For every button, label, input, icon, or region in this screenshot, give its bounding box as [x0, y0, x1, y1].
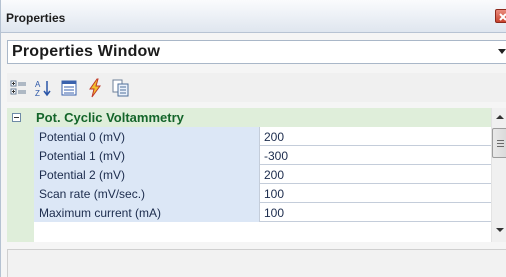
alphabetical-sort-icon: A Z [35, 80, 51, 98]
close-button[interactable] [495, 9, 506, 23]
property-grid: Pot. Cyclic Voltammetry Potential 0 (mV)… [7, 108, 491, 242]
toolbar: A Z [7, 73, 506, 102]
property-name: Potential 0 (mV) [34, 127, 260, 146]
property-value[interactable]: 200 [264, 130, 284, 144]
property-value[interactable]: -300 [264, 149, 288, 163]
property-value[interactable]: 200 [264, 168, 284, 182]
grip-line [497, 143, 504, 144]
svg-text:Z: Z [35, 89, 40, 98]
property-value[interactable]: 100 [264, 187, 284, 201]
description-pane [7, 249, 506, 277]
selected-object: Properties Window [12, 43, 161, 60]
category-label: Pot. Cyclic Voltammetry [36, 110, 184, 125]
categorized-button[interactable] [9, 78, 29, 98]
object-selector-dropdown[interactable]: Properties Window [7, 40, 506, 64]
events-button[interactable] [85, 78, 105, 98]
chevron-down-icon [498, 49, 506, 54]
property-row[interactable]: Potential 2 (mV) 200 [34, 165, 491, 184]
properties-panel: Properties Properties Window A Z Pot. Cy… [0, 0, 506, 277]
grip-line [497, 140, 504, 141]
scroll-up-icon[interactable] [496, 115, 504, 119]
title-bar: Properties [1, 0, 506, 33]
property-row[interactable]: Potential 1 (mV) -300 [34, 146, 491, 165]
property-name: Potential 1 (mV) [34, 146, 260, 165]
property-row[interactable]: Scan rate (mV/sec.) 100 [34, 184, 491, 203]
property-row[interactable]: Maximum current (mA) 100 [34, 203, 491, 222]
property-name: Scan rate (mV/sec.) [34, 184, 260, 203]
window-title: Properties [6, 11, 66, 25]
properties-page-icon [61, 80, 77, 96]
events-lightning-icon [89, 78, 101, 98]
scroll-down-icon[interactable] [496, 228, 504, 232]
property-pages-button[interactable] [111, 78, 131, 98]
property-row[interactable]: Potential 0 (mV) 200 [34, 127, 491, 146]
property-pages-icon [112, 79, 129, 97]
svg-text:A: A [35, 80, 41, 89]
category-row[interactable]: Pot. Cyclic Voltammetry [7, 108, 491, 127]
close-icon [499, 13, 506, 21]
collapse-icon[interactable] [12, 113, 21, 122]
scroll-thumb[interactable] [492, 128, 506, 158]
vertical-scrollbar[interactable] [491, 108, 506, 242]
property-name: Maximum current (mA) [34, 203, 260, 222]
grid-gutter [7, 127, 34, 242]
property-name: Potential 2 (mV) [34, 165, 260, 184]
property-value[interactable]: 100 [264, 206, 284, 220]
alphabetical-button[interactable]: A Z [34, 78, 54, 98]
grip-line [497, 146, 504, 147]
categorized-icon [10, 80, 26, 95]
properties-button[interactable] [59, 78, 79, 98]
